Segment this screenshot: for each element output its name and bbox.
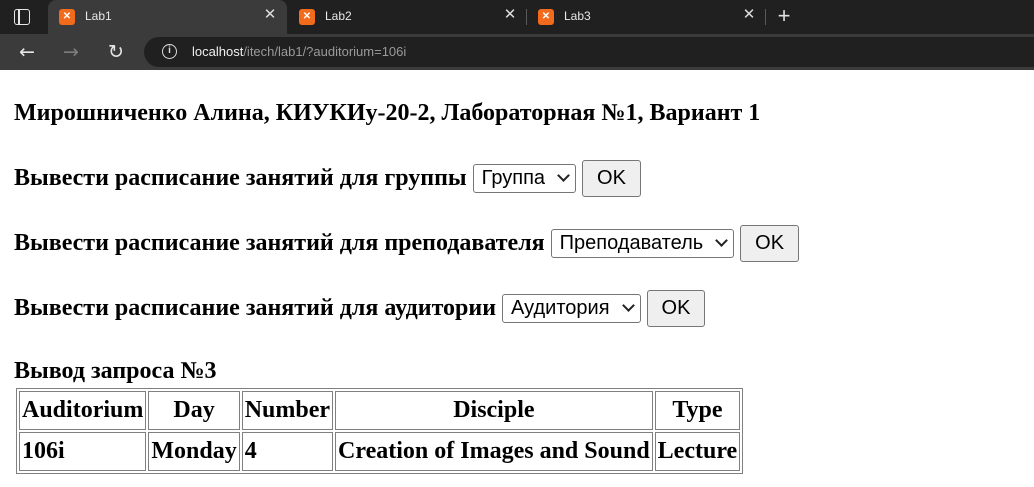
close-tab-icon[interactable]: ✕	[741, 7, 757, 23]
teacher-select[interactable]: Преподаватель	[550, 228, 735, 258]
table-header-row: Auditorium Day Number Disciple Type	[19, 391, 741, 430]
url-text: localhost/itech/lab1/?auditorium=106i	[192, 44, 406, 59]
tab-divider	[765, 9, 766, 25]
query-auditorium-row: Вывести расписание занятий для аудитории…	[14, 288, 706, 328]
tab-lab3[interactable]: ✕ Lab3 ✕	[527, 0, 766, 34]
tab-label: Lab2	[325, 9, 352, 23]
query-teacher-label: Вывести расписание занятий для преподава…	[14, 229, 545, 256]
teacher-select-value: Преподаватель	[559, 231, 704, 254]
column-header-auditorium: Auditorium	[19, 391, 147, 430]
back-arrow-icon[interactable]: ←	[16, 41, 38, 63]
query-group-label: Вывести расписание занятий для группы	[14, 164, 467, 191]
table-row: 106i Monday 4 Creation of Images and Sou…	[19, 432, 741, 471]
auditorium-select-value: Аудитория	[511, 296, 610, 319]
tab-label: Lab1	[85, 9, 112, 23]
schedule-table: Auditorium Day Number Disciple Type 106i…	[16, 388, 744, 474]
reload-icon[interactable]: ↻	[105, 41, 127, 63]
column-header-number: Number	[241, 391, 334, 430]
xampp-favicon-icon: ✕	[538, 9, 554, 25]
chevron-down-icon	[621, 298, 635, 312]
auditorium-ok-button[interactable]: OK	[646, 289, 706, 327]
address-bar[interactable]: i localhost/itech/lab1/?auditorium=106i	[144, 37, 1034, 67]
group-ok-button[interactable]: OK	[582, 159, 641, 197]
chevron-down-icon	[557, 168, 570, 182]
cell-type: Lecture	[654, 432, 741, 471]
cell-number: 4	[241, 432, 334, 471]
tab-actions-icon[interactable]	[14, 9, 30, 25]
tab-strip: ✕ Lab1 ✕ ✕ Lab2 ✕ ✕ Lab3 ✕ +	[0, 0, 1034, 34]
cell-day: Monday	[148, 432, 240, 471]
url-host: localhost	[192, 44, 244, 59]
forward-arrow-icon[interactable]: →	[60, 41, 82, 63]
cell-auditorium: 106i	[19, 432, 147, 471]
close-tab-icon[interactable]: ✕	[262, 7, 278, 23]
new-tab-icon[interactable]: +	[773, 5, 795, 27]
column-header-day: Day	[148, 391, 240, 430]
navigation-toolbar: ← → ↻ i localhost/itech/lab1/?auditorium…	[0, 34, 1034, 70]
group-select[interactable]: Группа	[472, 163, 577, 193]
tab-lab1[interactable]: ✕ Lab1 ✕	[48, 0, 287, 34]
query-group-row: Вывести расписание занятий для группы Гр…	[14, 158, 641, 198]
xampp-favicon-icon: ✕	[59, 9, 75, 25]
close-tab-icon[interactable]: ✕	[502, 7, 518, 23]
tab-label: Lab3	[564, 9, 591, 23]
xampp-favicon-icon: ✕	[299, 9, 315, 25]
tab-lab2[interactable]: ✕ Lab2 ✕	[288, 0, 527, 34]
cell-disciple: Creation of Images and Sound	[335, 432, 653, 471]
query-teacher-row: Вывести расписание занятий для преподава…	[14, 223, 800, 263]
teacher-ok-button[interactable]: OK	[740, 224, 800, 262]
auditorium-select[interactable]: Аудитория	[502, 293, 641, 323]
group-select-value: Группа	[481, 166, 546, 189]
site-info-icon[interactable]: i	[162, 44, 177, 59]
column-header-type: Type	[654, 391, 741, 430]
query-auditorium-label: Вывести расписание занятий для аудитории	[14, 294, 497, 321]
result-title: Вывод запроса №3	[14, 358, 217, 384]
column-header-disciple: Disciple	[335, 391, 653, 430]
page-title: Мирошниченко Алина, КИУКИу-20-2, Лаборат…	[14, 100, 761, 126]
url-path: /itech/lab1/?auditorium=106i	[243, 44, 407, 59]
chevron-down-icon	[715, 233, 729, 247]
